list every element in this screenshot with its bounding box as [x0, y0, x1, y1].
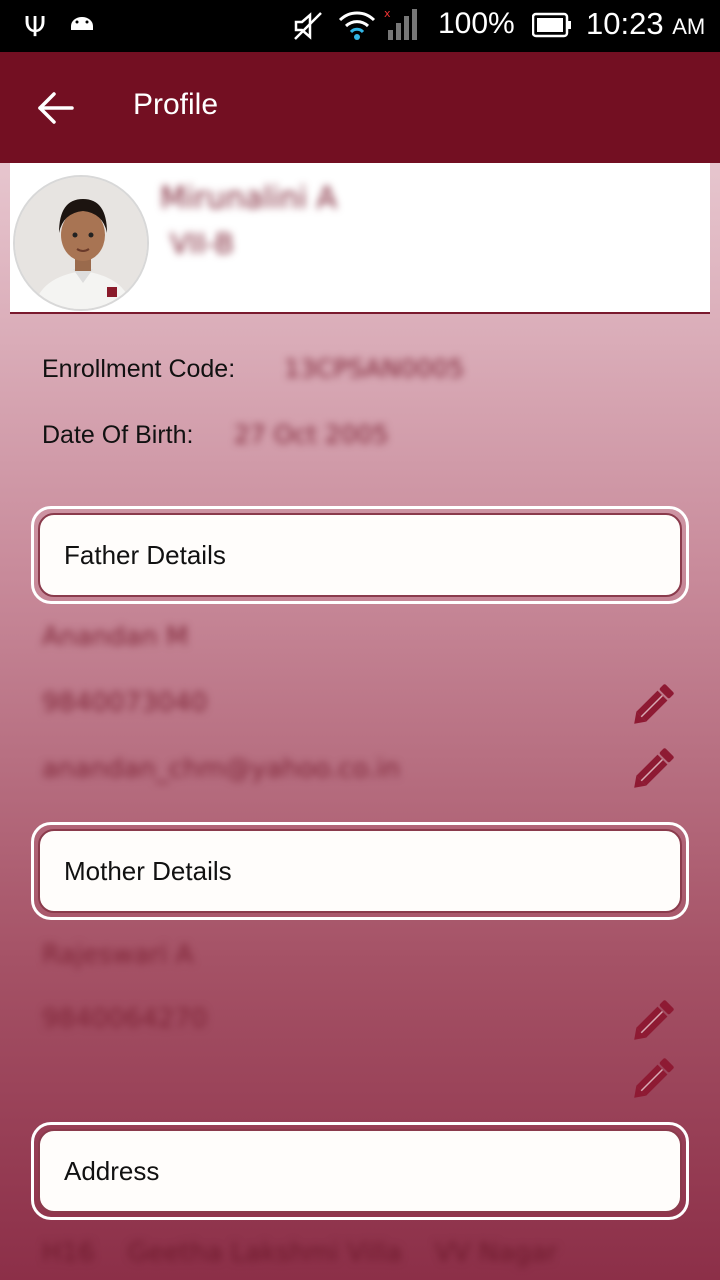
arrow-left-icon[interactable]	[30, 86, 80, 130]
father-phone: 9840073040	[42, 688, 208, 718]
battery-icon	[532, 12, 571, 38]
dob-row: Date Of Birth: 27 Oct 2005	[42, 420, 389, 450]
dob-value: 27 Oct 2005	[234, 420, 389, 449]
usb-icon: Ψ	[24, 10, 47, 43]
dob-label: Date Of Birth:	[42, 421, 194, 449]
student-photo	[15, 177, 147, 309]
address-label: Address	[38, 1129, 682, 1213]
wifi-icon	[338, 11, 376, 40]
edit-mother-email-pencil-icon[interactable]	[628, 1052, 680, 1104]
svg-text:x: x	[384, 7, 391, 20]
father-email: anandan_chm@yahoo.co.in	[42, 754, 400, 784]
clock-ampm: AM	[672, 14, 706, 39]
clock: 10:23 AM	[586, 6, 705, 42]
father-name: Anandan M	[42, 622, 189, 652]
mother-phone: 9840064270	[42, 1004, 208, 1034]
mother-name: Rajeswari A	[42, 940, 194, 970]
page-title: Profile	[133, 88, 219, 121]
student-name: Mirunalini A	[160, 181, 338, 216]
clock-time: 10:23	[586, 6, 664, 41]
edit-father-email-pencil-icon[interactable]	[628, 742, 680, 794]
enrollment-value: 13CPSAN0005	[284, 354, 465, 383]
father-details-button[interactable]: Father Details	[31, 506, 689, 604]
father-details-label: Father Details	[38, 513, 682, 597]
avatar	[13, 175, 149, 311]
student-class: VII-B	[170, 227, 234, 260]
android-icon	[71, 17, 93, 30]
app-bar: Profile	[0, 52, 720, 163]
enrollment-row: Enrollment Code: 13CPSAN0005	[42, 354, 464, 384]
battery-percent: 100%	[438, 7, 515, 40]
edit-father-phone-pencil-icon[interactable]	[628, 678, 680, 730]
profile-card: Mirunalini A VII-B	[10, 163, 710, 314]
mother-details-button[interactable]: Mother Details	[31, 822, 689, 920]
address-button[interactable]: Address	[31, 1122, 689, 1220]
mute-icon	[294, 12, 322, 40]
address-line: H16 Geetha Lakshmi Villa VV Nagar	[42, 1238, 558, 1268]
enrollment-label: Enrollment Code:	[42, 355, 236, 383]
signal-icon: x	[384, 7, 417, 40]
mother-details-label: Mother Details	[38, 829, 682, 913]
edit-mother-phone-pencil-icon[interactable]	[628, 994, 680, 1046]
status-bar: Ψ x 100% 10:23 AM	[0, 0, 720, 52]
